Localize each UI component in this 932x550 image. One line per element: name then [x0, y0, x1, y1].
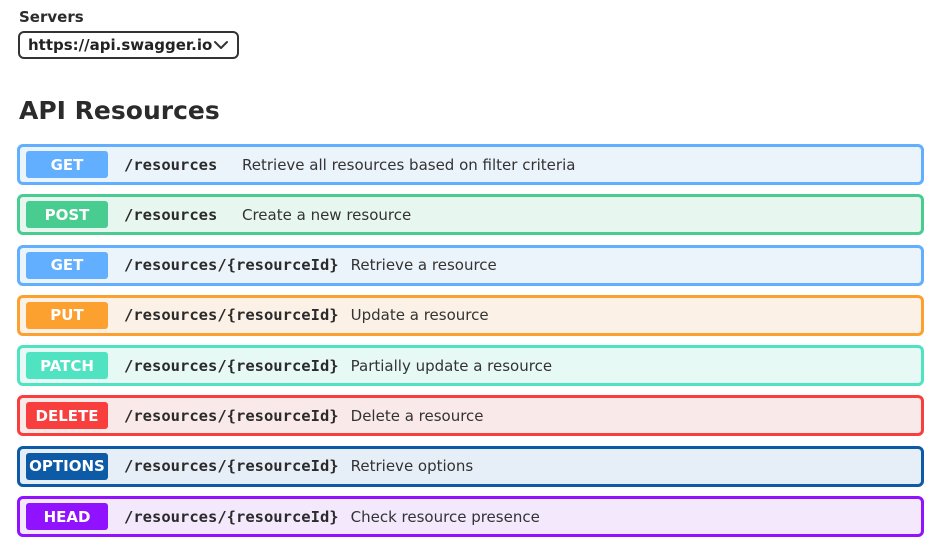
operation-description: Retrieve a resource: [350, 256, 497, 275]
operation-post-row[interactable]: POST/resources Create a new resource: [17, 194, 924, 236]
method-badge: DELETE: [26, 402, 108, 430]
server-select[interactable]: https://api.swagger.io: [18, 31, 239, 59]
chevron-down-icon: [213, 37, 229, 53]
operation-path: /resources/{resourceId}: [124, 457, 339, 476]
operation-options-row[interactable]: OPTIONS/resources/{resourceId} Retrieve o…: [17, 445, 924, 487]
operation-description: Delete a resource: [350, 406, 484, 425]
operation-patch-row[interactable]: PATCH/resources/{resourceId} Partially up…: [17, 345, 924, 387]
operation-put-row[interactable]: PUT/resources/{resourceId} Update a resou…: [17, 294, 924, 336]
method-badge: GET: [26, 151, 108, 178]
method-badge: PUT: [26, 301, 108, 329]
operations-list: GET/resources Retrieve all resources base…: [17, 144, 924, 546]
operation-description: Check resource presence: [350, 507, 540, 526]
section-title: API Resources: [19, 96, 220, 125]
operation-description: Retrieve all resources based on filter c…: [242, 155, 576, 174]
operation-path: /resources: [124, 205, 218, 224]
operation-get-row[interactable]: GET/resources/{resourceId} Retrieve a res…: [17, 244, 924, 286]
server-select-value: https://api.swagger.io: [28, 36, 213, 54]
operation-path: /resources/{resourceId}: [124, 507, 339, 526]
operation-path: /resources: [124, 155, 218, 174]
operation-path: /resources/{resourceId}: [124, 306, 339, 325]
method-badge: HEAD: [26, 503, 108, 531]
operation-path: /resources/{resourceId}: [124, 356, 339, 375]
method-badge: PATCH: [26, 352, 108, 380]
operation-get-row[interactable]: GET/resources Retrieve all resources base…: [17, 144, 924, 185]
operation-delete-row[interactable]: DELETE/resources/{resourceId} Delete a re…: [17, 395, 924, 437]
method-badge: POST: [26, 201, 108, 229]
operation-path: /resources/{resourceId}: [124, 406, 339, 425]
operation-description: Create a new resource: [242, 205, 412, 224]
operation-head-row[interactable]: HEAD/resources/{resourceId} Check resourc…: [17, 496, 924, 538]
method-badge: OPTIONS: [26, 452, 108, 480]
operation-description: Retrieve options: [350, 457, 474, 476]
operation-path: /resources/{resourceId}: [124, 256, 339, 275]
operation-description: Partially update a resource: [350, 356, 553, 375]
servers-label: Servers: [19, 8, 84, 26]
operation-description: Update a resource: [350, 306, 489, 325]
method-badge: GET: [26, 251, 108, 279]
